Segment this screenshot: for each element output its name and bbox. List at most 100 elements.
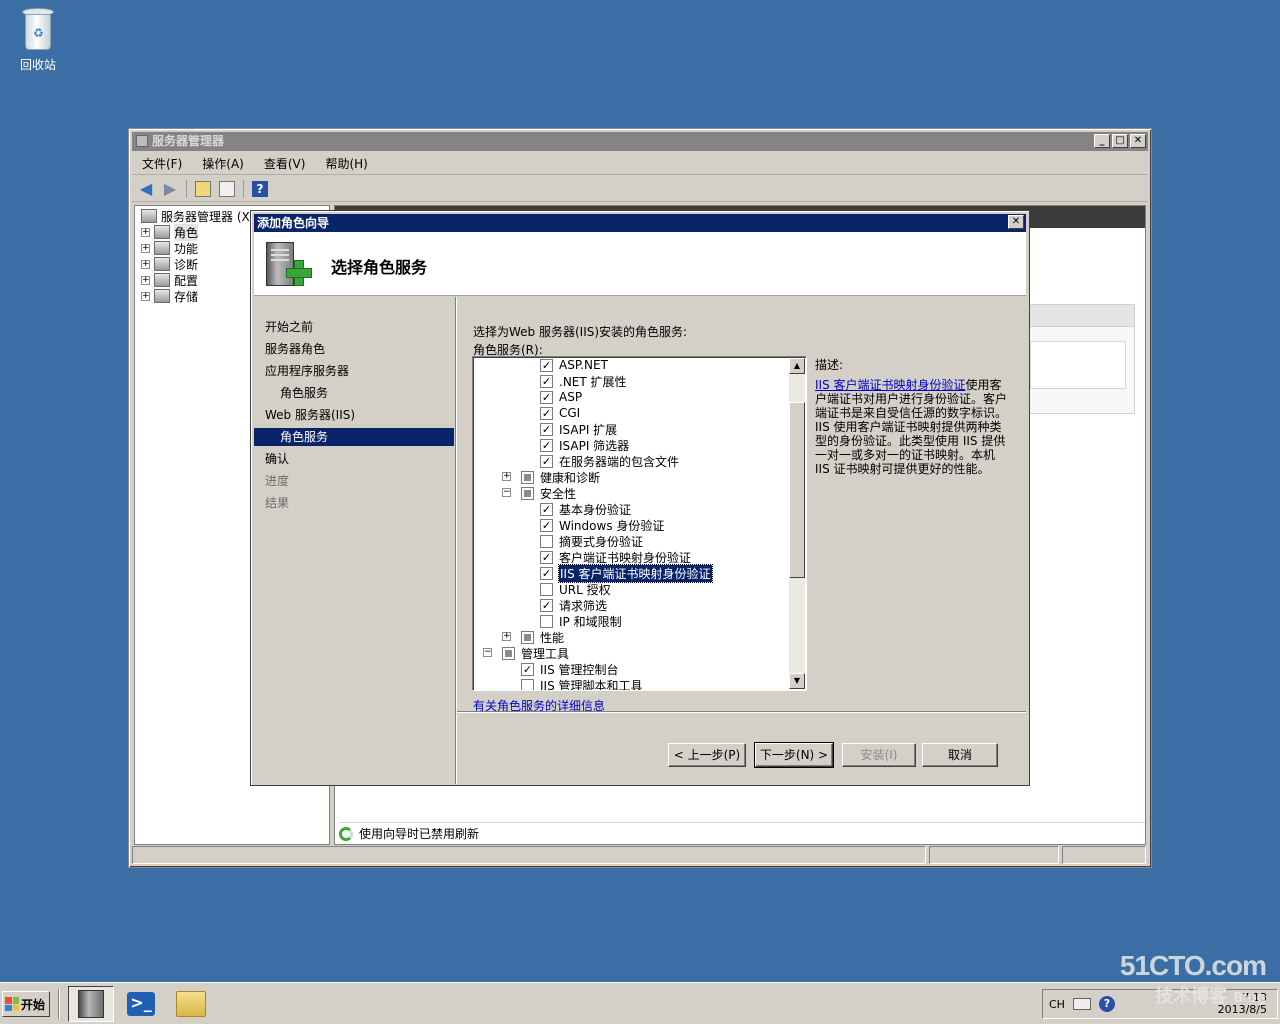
cancel-button[interactable]: 取消 <box>922 743 998 767</box>
tree-item-diagnostics[interactable]: + 诊断 <box>141 256 198 272</box>
role-service-checkbox[interactable]: ✓ <box>540 550 553 564</box>
help-icon[interactable]: ? <box>250 179 270 199</box>
step-iis-role-services[interactable]: 角色服务 <box>254 428 454 446</box>
role-service-checkbox[interactable] <box>521 470 534 484</box>
role-service-checkbox[interactable]: ✓ <box>540 502 553 516</box>
dialog-titlebar[interactable]: 添加角色向导 ✕ <box>254 214 1026 232</box>
scroll-down-icon[interactable]: ▼ <box>789 673 805 689</box>
tree-item-storage[interactable]: + 存储 <box>141 288 198 304</box>
step-application-server[interactable]: 应用程序服务器 <box>265 362 349 380</box>
role-service-checkbox[interactable]: ✓ <box>521 662 534 676</box>
taskbar-server-manager[interactable] <box>68 986 114 1022</box>
role-service-item[interactable]: ✓ CGI <box>540 405 580 421</box>
role-service-item[interactable]: ✓ IIS 客户端证书映射身份验证 <box>540 563 713 583</box>
role-service-checkbox[interactable]: ✓ <box>540 438 553 452</box>
window-titlebar[interactable]: 服务器管理器 _ □ ✕ <box>132 132 1148 151</box>
role-service-item[interactable]: 摘要式身份验证 <box>540 533 643 549</box>
expand-icon[interactable]: + <box>141 259 150 269</box>
show-hide-tree-icon[interactable] <box>217 179 237 199</box>
role-service-item[interactable]: ✓ Windows 身份验证 <box>540 517 664 533</box>
tree-item-label: 存储 <box>174 289 199 304</box>
step-confirmation[interactable]: 确认 <box>265 450 289 468</box>
scroll-thumb[interactable] <box>789 402 805 578</box>
role-service-item[interactable]: IIS 管理脚本和工具 <box>521 677 643 690</box>
description-link[interactable]: IIS 客户端证书映射身份验证 <box>815 378 966 392</box>
role-service-item[interactable]: ✓ 请求筛选 <box>540 597 607 613</box>
role-service-checkbox[interactable]: ✓ <box>540 390 553 404</box>
tree-item-roles[interactable]: + 角色 <box>141 223 199 241</box>
forward-arrow-icon[interactable]: ▶ <box>160 179 180 199</box>
refresh-spinner-icon <box>339 826 353 841</box>
role-service-item[interactable]: ✓ 基本身份验证 <box>540 501 631 517</box>
expand-icon[interactable]: + <box>502 632 511 641</box>
start-button[interactable]: 开始 <box>2 991 50 1017</box>
step-before-you-begin[interactable]: 开始之前 <box>265 318 313 336</box>
role-service-label: 管理工具 <box>521 646 570 661</box>
role-service-item[interactable]: ✓ ISAPI 筛选器 <box>540 437 629 453</box>
scroll-up-icon[interactable]: ▲ <box>789 358 805 374</box>
role-service-checkbox[interactable] <box>521 678 534 690</box>
maximize-button[interactable]: □ <box>1112 134 1128 148</box>
role-service-item[interactable]: ✓ 在服务器端的包含文件 <box>540 453 679 469</box>
role-service-item[interactable]: 性能 <box>521 629 564 645</box>
taskbar-explorer[interactable] <box>168 986 214 1022</box>
expand-icon[interactable]: − <box>483 648 492 657</box>
role-service-item[interactable]: 安全性 <box>521 485 576 501</box>
back-button[interactable]: < 上一步(P) <box>668 743 746 767</box>
role-service-checkbox[interactable]: ✓ <box>540 358 553 372</box>
role-service-checkbox[interactable]: ✓ <box>540 374 553 388</box>
close-button[interactable]: ✕ <box>1130 134 1146 148</box>
role-service-item[interactable]: ✓ 客户端证书映射身份验证 <box>540 549 691 565</box>
role-service-checkbox[interactable]: ✓ <box>540 422 553 436</box>
role-service-item[interactable]: ✓ ASP <box>540 389 582 405</box>
step-server-roles[interactable]: 服务器角色 <box>265 340 325 358</box>
list-scrollbar[interactable]: ▲ ▼ <box>789 358 805 689</box>
role-service-item[interactable]: IP 和域限制 <box>540 613 622 629</box>
step-app-role-services[interactable]: 角色服务 <box>280 384 328 402</box>
role-service-checkbox[interactable] <box>521 486 534 500</box>
role-service-item[interactable]: ✓ IIS 管理控制台 <box>521 661 619 677</box>
role-service-checkbox[interactable]: ✓ <box>540 518 553 532</box>
role-service-checkbox[interactable]: ✓ <box>540 566 553 580</box>
role-service-checkbox[interactable] <box>540 534 553 548</box>
expand-icon[interactable]: + <box>502 472 511 481</box>
role-service-checkbox[interactable]: ✓ <box>540 406 553 420</box>
menu-file[interactable]: 文件(F) <box>132 155 192 172</box>
step-results: 结果 <box>265 496 290 510</box>
role-service-checkbox[interactable] <box>540 614 553 628</box>
expand-icon[interactable]: + <box>141 227 150 237</box>
step-web-server-iis[interactable]: Web 服务器(IIS) <box>265 406 355 424</box>
role-service-item[interactable]: ✓ .NET 扩展性 <box>540 373 627 389</box>
menu-view[interactable]: 查看(V) <box>254 155 316 172</box>
role-services-tree[interactable]: ▲ ▼ ✓ ASP.NET ✓ .NET 扩展性 ✓ ASP ✓ CGI ✓ ISAPI 扩展 ✓ I… <box>472 356 807 691</box>
up-folder-icon[interactable] <box>193 179 213 199</box>
keyboard-icon[interactable] <box>1072 998 1091 1010</box>
tree-item-features[interactable]: + 功能 <box>141 240 198 256</box>
expand-icon[interactable]: + <box>141 243 150 253</box>
expand-icon[interactable]: + <box>141 291 150 301</box>
expand-icon[interactable]: + <box>141 275 150 285</box>
role-service-item[interactable]: 健康和诊断 <box>521 469 600 485</box>
help-tray-icon[interactable]: ? <box>1098 996 1115 1012</box>
role-service-item[interactable]: ✓ ASP.NET <box>540 357 608 373</box>
role-service-item[interactable]: 管理工具 <box>502 645 569 661</box>
menu-action[interactable]: 操作(A) <box>192 155 254 172</box>
role-service-checkbox[interactable] <box>540 582 553 596</box>
tree-item-configuration[interactable]: + 配置 <box>141 272 198 288</box>
role-service-item[interactable]: ✓ ISAPI 扩展 <box>540 421 617 437</box>
wizard-steps: 开始之前 服务器角色 应用程序服务器 角色服务 Web 服务器(IIS) 角色服… <box>254 297 455 784</box>
next-button[interactable]: 下一步(N) > <box>754 742 834 768</box>
role-service-item[interactable]: URL 授权 <box>540 581 611 597</box>
role-service-checkbox[interactable]: ✓ <box>540 454 553 468</box>
dialog-close-button[interactable]: ✕ <box>1008 215 1024 229</box>
back-arrow-icon[interactable]: ◀ <box>136 179 156 199</box>
expand-icon[interactable]: − <box>502 488 511 497</box>
minimize-button[interactable]: _ <box>1094 134 1110 148</box>
role-service-checkbox[interactable] <box>521 630 534 644</box>
taskbar-powershell[interactable]: >_ <box>118 986 164 1022</box>
language-indicator[interactable]: CH <box>1049 998 1065 1011</box>
menu-help[interactable]: 帮助(H) <box>315 155 377 172</box>
role-service-checkbox[interactable] <box>502 646 515 660</box>
recycle-bin[interactable]: ♻ 回收站 <box>12 6 64 73</box>
role-service-checkbox[interactable]: ✓ <box>540 598 553 612</box>
